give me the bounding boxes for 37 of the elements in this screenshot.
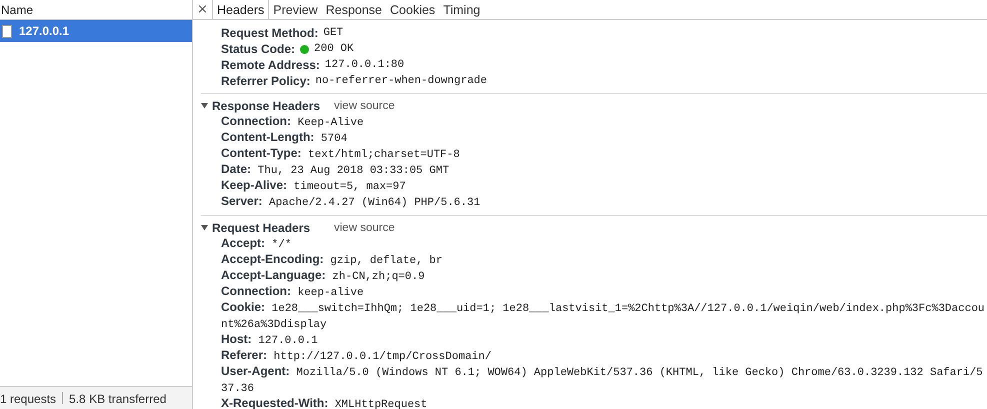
header-line: Server: Apache/2.4.27 (Win64) PHP/5.6.31: [221, 195, 480, 211]
section-title[interactable]: Response Headers: [212, 98, 334, 112]
header-line: Connection: keep-alive: [221, 285, 364, 301]
header-line: Content-Length: 5704: [221, 131, 348, 147]
expanded-triangle-icon[interactable]: [201, 102, 208, 109]
header-line: Cookie: 1e28___switch=IhhQm; 1e28___uid=1; 1e28___lastvisit_1=%2Chttp%3A//127.0.0.1/weiqin/web/index.php%3Fc%3Daccount%26a%3Ddisplay: [221, 301, 986, 333]
header-name: Status Code:: [221, 41, 296, 57]
header-value: GET: [323, 26, 344, 41]
header-name: Remote Address:: [221, 57, 320, 73]
section-title[interactable]: Request Headers: [212, 220, 334, 234]
header-value: no-referrer-when-downgrade: [315, 74, 488, 89]
column-header[interactable]: Name: [1, 2, 34, 16]
header-line: Connection: Keep-Alive: [221, 115, 364, 131]
tab[interactable]: Timing: [439, 0, 484, 19]
header-line: Accept: */*: [221, 237, 292, 253]
requests-count: 1 requests: [0, 392, 56, 406]
header-value: 200 OK: [314, 42, 354, 57]
request-row[interactable]: 127.0.0.1: [0, 20, 192, 42]
header-line: Date: Thu, 23 Aug 2018 03:33:05 GMT: [221, 163, 450, 179]
transferred-size: 5.8 KB transferred: [69, 392, 166, 406]
tab[interactable]: Response: [322, 0, 386, 19]
tab[interactable]: Preview: [269, 0, 322, 19]
expanded-triangle-icon[interactable]: [201, 224, 208, 231]
view-source-link[interactable]: view source: [334, 222, 395, 234]
header-line: Accept-Language: zh-CN,zh;q=0.9: [221, 269, 425, 285]
header-line: Referer: http://127.0.0.1/tmp/CrossDomain/: [221, 349, 492, 365]
header-line: Host: 127.0.0.1: [221, 333, 318, 349]
header-line: Keep-Alive: timeout=5, max=97: [221, 179, 406, 195]
header-line: Accept-Encoding: gzip, deflate, br: [221, 253, 442, 269]
tab[interactable]: Cookies: [386, 0, 440, 19]
header-name: Referrer Policy:: [221, 73, 310, 89]
header-line: User-Agent: Mozilla/5.0 (Windows NT 6.1; WOW64) AppleWebKit/537.36 (KHTML, like Gecko) Chrome/63.0.3239.132 Safari/537.36: [221, 365, 984, 397]
file-icon: [2, 24, 12, 38]
header-line: Content-Type: text/html;charset=UTF-8: [221, 147, 460, 163]
header-value: 127.0.0.1:80: [324, 58, 404, 73]
header-name: Request Method:: [221, 25, 318, 41]
view-source-link[interactable]: view source: [334, 100, 395, 112]
